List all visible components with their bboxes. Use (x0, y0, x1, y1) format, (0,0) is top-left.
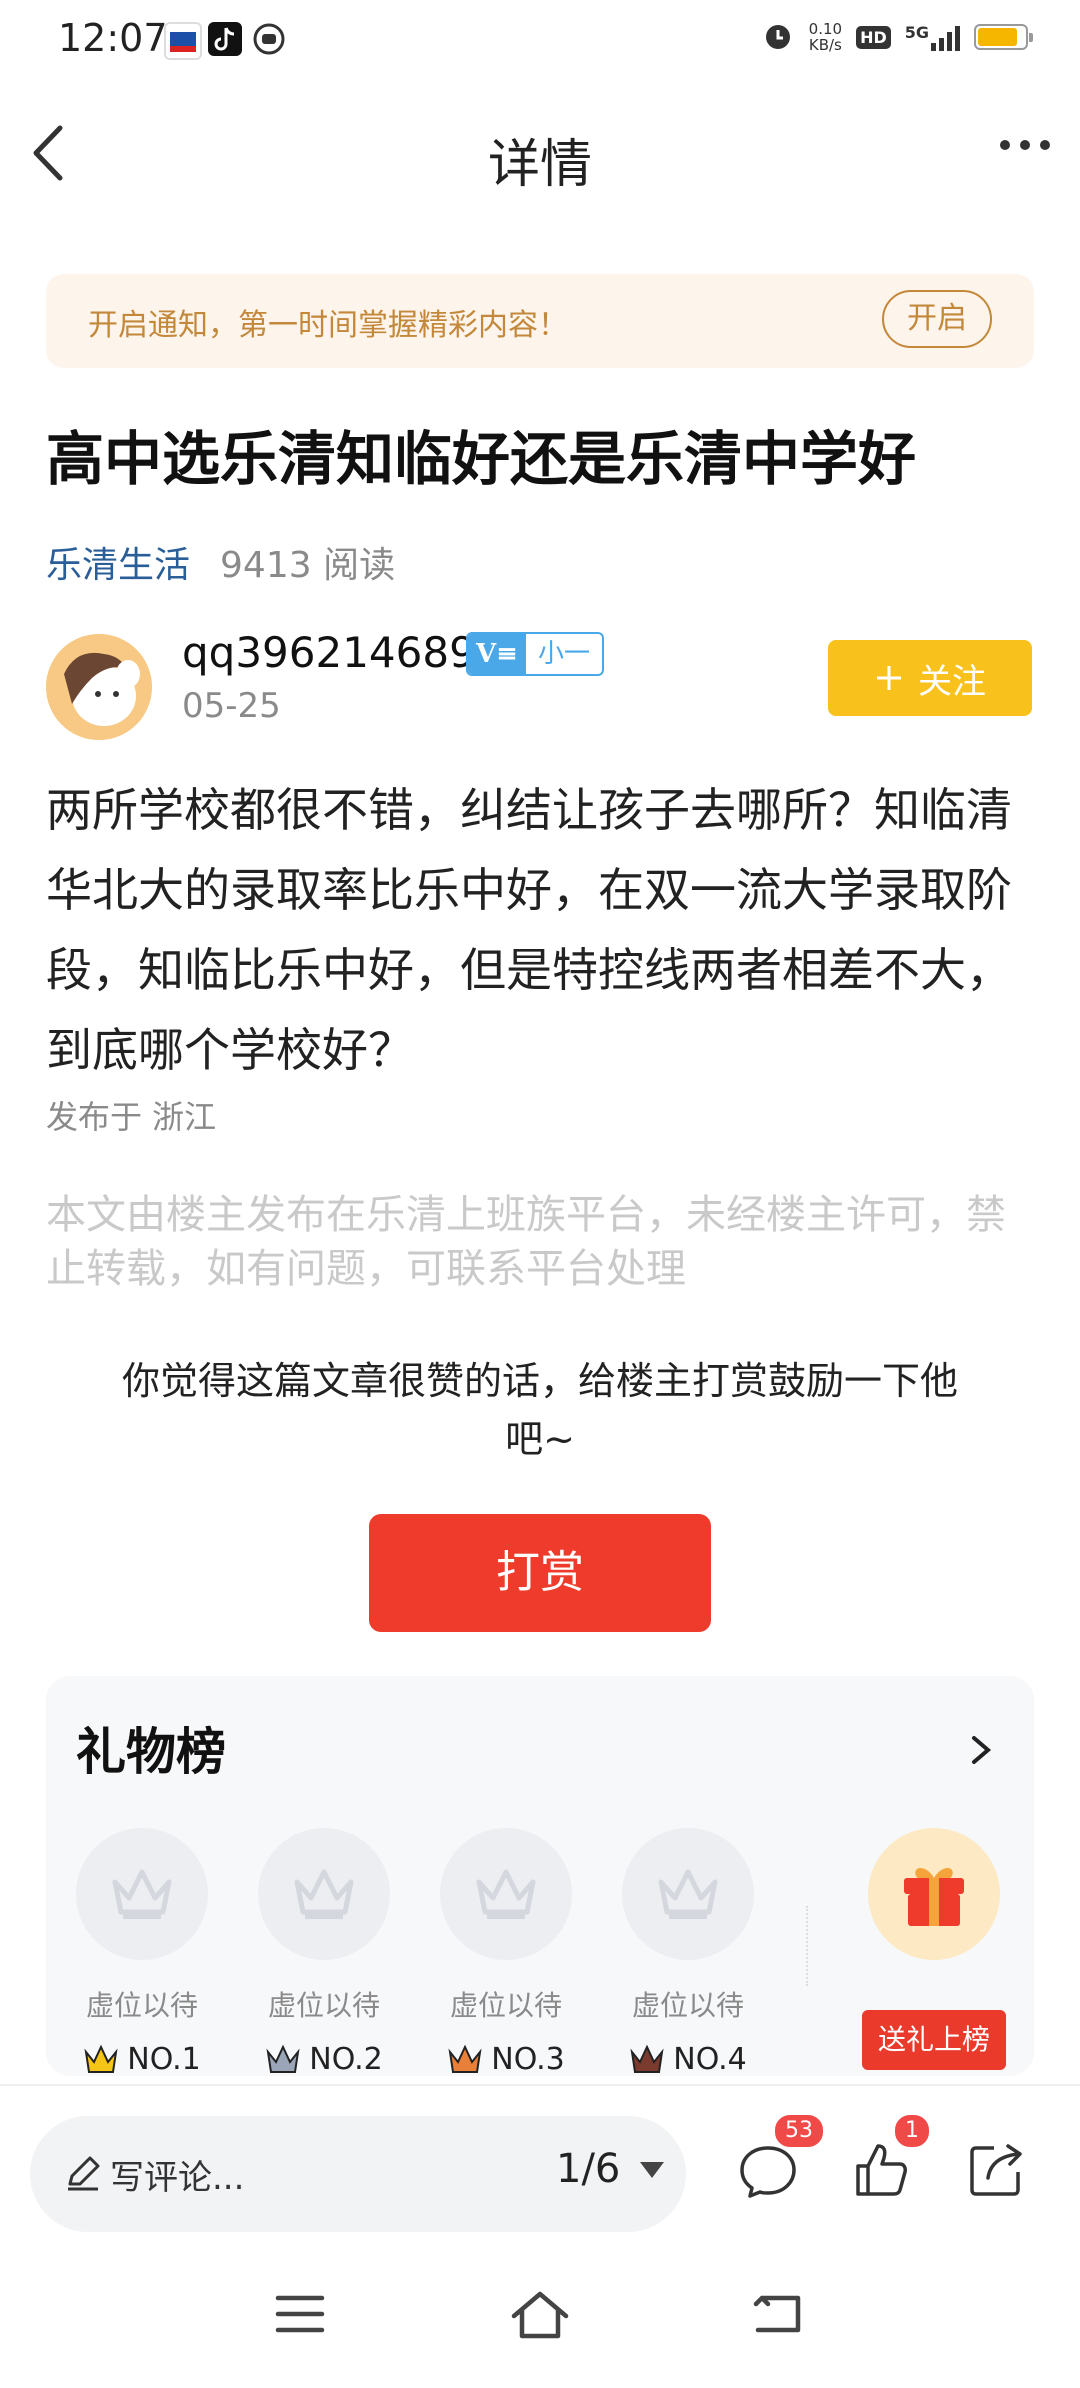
status-time: 12:07 (58, 16, 168, 60)
gift-board-more-button[interactable] (962, 1730, 998, 1770)
gift-rank-slot[interactable]: 虚位以待 NO.4 (622, 1828, 754, 2077)
rank-label: NO.3 (440, 2042, 572, 2077)
network-type: 5G (904, 23, 929, 42)
dot (1000, 140, 1010, 150)
status-indicators: 0.10 KB/s HD 5G (761, 18, 1033, 56)
hd-icon: HD (856, 25, 891, 49)
rank-label: NO.1 (76, 2042, 208, 2077)
page-title: 详情 (487, 135, 592, 195)
post-meta: 乐清生活 9413 阅读 (46, 536, 395, 588)
crown-dark-icon (630, 2044, 664, 2073)
follow-label: 关注 (918, 661, 986, 702)
nav-menu-button[interactable] (274, 2290, 326, 2342)
rank-label: NO.2 (258, 2042, 390, 2077)
plus-icon (877, 666, 901, 690)
slot-vacant-label: 虚位以待 (85, 1989, 198, 2022)
share-icon (970, 2144, 1022, 2196)
level-label: 小一 (537, 639, 590, 669)
crown-outline-icon (476, 1869, 536, 1919)
avatar[interactable] (46, 634, 152, 740)
comments-button[interactable]: 53 (736, 2112, 826, 2202)
rank-number: NO.2 (309, 2042, 383, 2077)
crown-outline-icon (658, 1869, 718, 1919)
chevron-right-icon (972, 1736, 992, 1764)
gift-rank-slot[interactable]: 虚位以待 NO.3 (440, 1828, 572, 2077)
like-button[interactable]: 1 (850, 2112, 932, 2202)
signal-icon (931, 23, 960, 51)
net-speed-value: 0.10 (808, 20, 843, 38)
share-button[interactable] (964, 2138, 1028, 2202)
rank-number: NO.3 (491, 2042, 565, 2077)
post-date: 05-25 (182, 686, 281, 726)
crown-silver-icon (266, 2044, 300, 2073)
gift-box-button[interactable] (868, 1828, 1000, 1960)
assistant-icon (252, 22, 286, 56)
comment-count-badge: 53 (772, 2112, 826, 2150)
empty-slot-avatar (76, 1828, 208, 1960)
reward-prompt: 你觉得这篇文章很赞的话，给楼主打赏鼓励一下他吧~ (121, 1359, 958, 1461)
notification-text: 开启通知，第一时间掌握精彩内容！ (88, 308, 568, 343)
enable-notification-button[interactable]: 开启 (882, 290, 992, 348)
comment-placeholder: 写评论... (110, 2158, 245, 2198)
author-name[interactable]: qq396214689 (182, 628, 476, 677)
post-content: 两所学校都很不错，纠结让孩子去哪所？知临清华北大的录取率比乐中好，在双一流大学录… (46, 783, 1012, 1077)
rank-number: NO.4 (673, 2042, 747, 2077)
crown-outline-icon (112, 1869, 172, 1919)
pencil-icon (68, 2156, 100, 2191)
gift-rank-slot[interactable]: 虚位以待 NO.1 (76, 1828, 208, 2077)
gift-board: 礼物榜 虚位以待 NO.1 虚位以待 NO.2 虚位以待 NO.3 虚位以待 N… (46, 1676, 1034, 2077)
follow-button[interactable]: 关注 (828, 640, 1032, 716)
gift-board-title: 礼物榜 (76, 1723, 226, 1781)
net-speed-unit: KB/s (808, 36, 842, 54)
dot (1020, 140, 1030, 150)
gift-rank-slot[interactable]: 虚位以待 NO.2 (258, 1828, 390, 2077)
post-title: 高中选乐清知临好还是乐清中学好 (46, 425, 917, 493)
crown-bronze-icon (448, 2044, 482, 2073)
comment-input[interactable]: 写评论... 1/6 (30, 2116, 686, 2232)
divider (0, 2084, 1080, 2086)
like-count-badge: 1 (892, 2112, 932, 2150)
divider (806, 1906, 810, 1986)
copyright-notice: 本文由楼主发布在乐清上班族平台，未经楼主许可，禁止转载，如有问题，可联系平台处理 (46, 1192, 1006, 1292)
reward-button[interactable]: 打赏 (369, 1514, 711, 1632)
alarm-icon (761, 18, 795, 56)
slot-vacant-label: 虚位以待 (631, 1989, 744, 2022)
read-count: 9413 阅读 (220, 545, 396, 586)
empty-slot-avatar (258, 1828, 390, 1960)
nav-home-button[interactable] (510, 2290, 570, 2346)
menu-icon (275, 2295, 325, 2333)
net-speed: 0.10 KB/s (809, 21, 842, 53)
dropdown-icon[interactable] (640, 2162, 664, 2178)
verified-badge: V≡ (468, 634, 526, 674)
battery-level (978, 28, 1018, 46)
empty-slot-avatar (622, 1828, 754, 1960)
more-options-button[interactable] (1000, 140, 1050, 150)
crown-outline-icon (294, 1869, 354, 1919)
dot (1040, 140, 1050, 150)
rank-number: NO.1 (127, 2042, 201, 2077)
post-location: 发布于 浙江 (46, 1098, 217, 1136)
gift-icon (904, 1868, 964, 1926)
rank-label: NO.4 (622, 2042, 754, 2077)
board-link[interactable]: 乐清生活 (46, 545, 190, 586)
send-gift-button[interactable]: 送礼上榜 (862, 2010, 1006, 2070)
tiktok-icon (208, 22, 242, 56)
user-level-badge: V≡ 小一 (466, 632, 604, 676)
home-icon (511, 2291, 569, 2339)
crown-gold-icon (84, 2044, 118, 2073)
empty-slot-avatar (440, 1828, 572, 1960)
battery-icon (974, 24, 1033, 50)
slot-vacant-label: 虚位以待 (267, 1989, 380, 2022)
notification-banner: 开启通知，第一时间掌握精彩内容！ 开启 (46, 274, 1034, 368)
weibo-icon (164, 22, 202, 60)
nav-back-button[interactable] (752, 2290, 804, 2342)
slot-vacant-label: 虚位以待 (449, 1989, 562, 2022)
page-indicator[interactable]: 1/6 (556, 2146, 620, 2192)
back-nav-icon (753, 2295, 801, 2333)
